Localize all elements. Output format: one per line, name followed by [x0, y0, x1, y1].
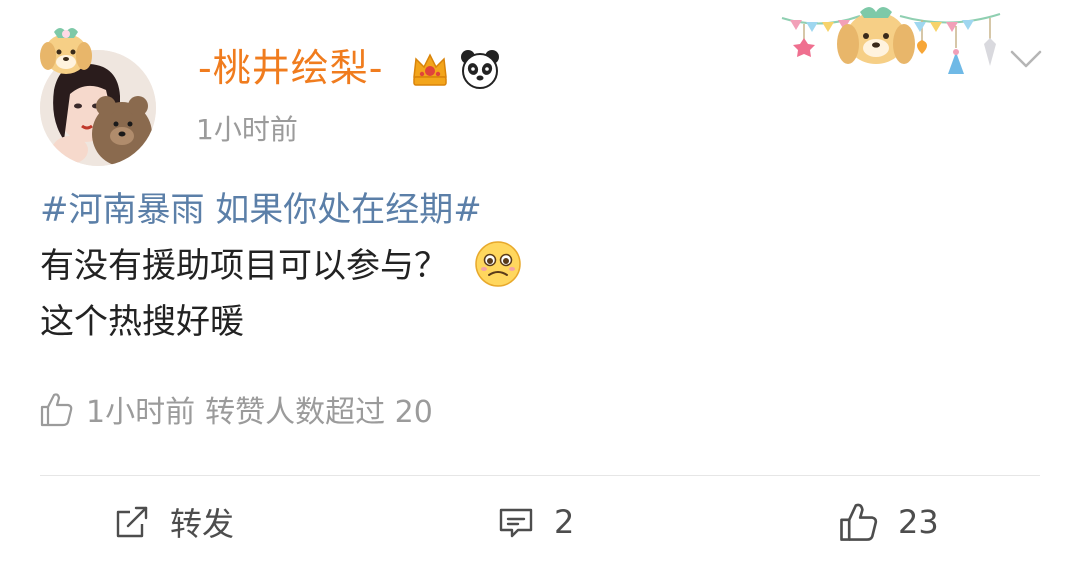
action-bar: 转发 2 23 [0, 480, 1080, 562]
comment-count: 2 [554, 503, 575, 541]
hashtag-line: #河南暴雨 如果你处在经期# [40, 182, 1040, 238]
comment-button[interactable]: 2 [496, 500, 574, 544]
divider [40, 475, 1040, 476]
repost-button[interactable]: 转发 [112, 500, 234, 544]
post-meta: 1小时前 转赞人数超过 20 [36, 384, 433, 434]
repost-info: 转赞人数超过 20 [205, 395, 433, 430]
pleading-face-emoji-icon [475, 241, 521, 287]
user-badges [408, 44, 502, 94]
thumbs-up-icon [40, 393, 73, 427]
content-line: 这个热搜好暖 [40, 294, 1040, 350]
chevron-down-icon[interactable] [1006, 44, 1046, 72]
like-count: 23 [898, 503, 939, 541]
repost-label: 转发 [170, 505, 235, 543]
avatar-dog-ornament-icon [40, 28, 92, 74]
avatar-container[interactable] [36, 20, 164, 166]
content-line: 有没有援助项目可以参与？ [40, 238, 1040, 294]
hashtag-link[interactable]: #河南暴雨 如果你处在经期# [40, 190, 482, 230]
content-text: 这个热搜好暖 [40, 302, 244, 342]
panda-icon [461, 50, 499, 89]
crown-badge-icon[interactable] [408, 47, 452, 91]
like-icon [840, 503, 878, 541]
post-time: 1小时前 [196, 113, 298, 146]
weibo-post: -桃井绘梨- 1小时前 #河南暴雨 如果你处在经期# 有没有援助项目可以参与？ … [0, 0, 1080, 562]
card-decoration-icon [781, 7, 1001, 74]
like-button[interactable]: 23 [836, 500, 939, 544]
username[interactable]: -桃井绘梨- [198, 38, 383, 98]
meta-time: 1小时前 [86, 395, 196, 430]
post-content: #河南暴雨 如果你处在经期# 有没有援助项目可以参与？ 这个热搜好暖 [40, 182, 1040, 350]
repost-icon [116, 506, 148, 538]
comment-icon [499, 508, 533, 538]
content-text: 有没有援助项目可以参与？ [40, 246, 448, 286]
